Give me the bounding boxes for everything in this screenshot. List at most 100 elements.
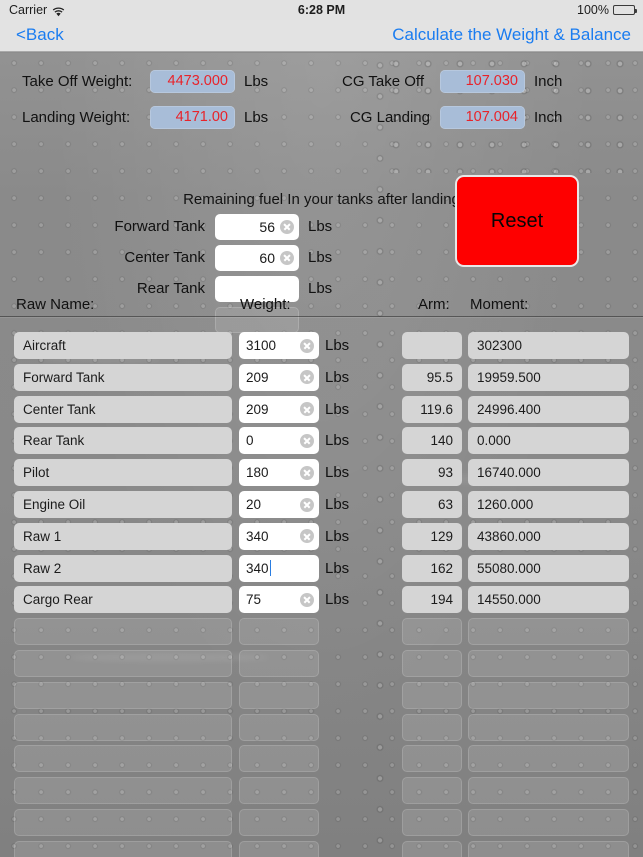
fuel-weight-input[interactable]: 60 — [215, 244, 299, 271]
table-row: Center Tank 209 Lbs 119.6 24996.400 — [0, 395, 643, 423]
row-name-field[interactable]: Center Tank — [14, 395, 232, 423]
table-row — [0, 681, 643, 709]
row-weight-input[interactable]: 340 — [239, 554, 319, 582]
clear-icon[interactable] — [280, 250, 294, 265]
cg-landing-unit: Inch — [534, 108, 563, 126]
navigation-bar: <Back Calculate the Weight & Balance — [0, 20, 643, 52]
table-row: Aircraft 3100 Lbs 302300 — [0, 332, 643, 359]
table-row — [0, 777, 643, 805]
row-moment-field-empty — [468, 713, 629, 741]
table-row: Forward Tank 209 Lbs 95.5 19959.500 — [0, 363, 643, 391]
row-arm-field: 63 — [402, 491, 462, 518]
clear-icon[interactable] — [300, 370, 314, 385]
row-name-field[interactable]: Raw 1 — [14, 522, 232, 550]
row-weight-input-empty — [239, 809, 319, 836]
fuel-row: Center Tank 60 Lbs — [60, 244, 332, 271]
row-arm-field: 93 — [402, 459, 462, 487]
row-weight-input[interactable]: 340 — [239, 522, 319, 550]
column-header-moment: Moment: — [470, 296, 529, 313]
row-unit-label: Lbs — [325, 591, 350, 609]
table-row: Cargo Rear 75 Lbs 194 14550.000 — [0, 586, 643, 614]
row-name-field[interactable]: Rear Tank — [14, 427, 232, 455]
landing-weight-unit: Lbs — [244, 108, 269, 126]
row-unit-label: Lbs — [325, 337, 350, 354]
table-row: Raw 2 340 Lbs 162 55080.000 — [0, 554, 643, 582]
table-row: Rear Tank 0 Lbs 140 0.000 — [0, 427, 643, 455]
row-name-field[interactable]: Forward Tank — [14, 363, 232, 391]
row-weight-input-empty — [239, 713, 319, 741]
row-arm-field-empty — [402, 777, 462, 805]
row-weight-input[interactable]: 0 — [239, 427, 319, 455]
row-moment-field-empty — [468, 809, 629, 836]
column-header-arm: Arm: — [418, 296, 450, 313]
landing-weight-value: 4171.00 — [150, 105, 235, 129]
row-unit-label: Lbs — [325, 527, 350, 545]
row-weight-input[interactable]: 209 — [239, 363, 319, 391]
row-moment-field-empty — [468, 681, 629, 709]
row-arm-field-empty — [402, 809, 462, 836]
table-row — [0, 809, 643, 836]
summary-section: Take Off Weight: 4473.000 Lbs Landing We… — [0, 53, 643, 163]
table-header-divider — [0, 316, 643, 317]
row-moment-field-empty — [468, 840, 629, 857]
takeoff-weight-value: 4473.000 — [150, 69, 235, 93]
cg-takeoff-value: 107.030 — [440, 69, 525, 93]
fuel-row-label: Rear Tank — [136, 280, 205, 297]
row-moment-field: 0.000 — [468, 427, 629, 455]
row-weight-input[interactable]: 20 — [239, 491, 319, 518]
fuel-row-label: Center Tank — [124, 249, 205, 266]
clear-icon[interactable] — [300, 338, 314, 353]
cg-landing-row: CG Landing 107.004 Inch — [342, 105, 562, 129]
row-moment-field-empty — [468, 618, 629, 646]
row-weight-input[interactable]: 180 — [239, 459, 319, 487]
table-row — [0, 713, 643, 741]
row-moment-field: 43860.000 — [468, 522, 629, 550]
row-arm-field-empty — [402, 618, 462, 646]
row-arm-field — [402, 332, 462, 359]
row-name-field[interactable]: Raw 2 — [14, 554, 232, 582]
row-weight-input[interactable]: 75 — [239, 586, 319, 614]
row-name-field[interactable]: Aircraft — [14, 332, 232, 359]
row-weight-input[interactable]: 209 — [239, 395, 319, 423]
row-moment-field-empty — [468, 650, 629, 677]
clear-icon[interactable] — [300, 433, 314, 448]
clear-icon[interactable] — [280, 219, 294, 234]
row-moment-field: 19959.500 — [468, 363, 629, 391]
row-moment-field: 55080.000 — [468, 554, 629, 582]
clear-icon[interactable] — [300, 592, 314, 607]
clear-icon[interactable] — [300, 529, 314, 544]
clear-icon[interactable] — [300, 402, 314, 417]
fuel-row-label: Forward Tank — [114, 218, 205, 235]
status-bar: Carrier 6:28 PM 100% — [0, 0, 643, 20]
back-button[interactable]: <Back — [16, 25, 64, 45]
row-arm-field: 194 — [402, 586, 462, 614]
table-row: Pilot 180 Lbs 93 16740.000 — [0, 459, 643, 487]
calculate-weight-balance-button[interactable]: Calculate the Weight & Balance — [392, 25, 631, 45]
fuel-weight-input[interactable]: 56 — [215, 213, 299, 240]
fuel-row-unit: Lbs — [308, 280, 333, 297]
row-name-field[interactable]: Pilot — [14, 459, 232, 487]
column-header-weight: Weight: — [240, 296, 291, 313]
table-row: Raw 1 340 Lbs 129 43860.000 — [0, 522, 643, 550]
row-arm-field: 119.6 — [402, 395, 462, 423]
cg-landing-label: CG Landing — [349, 108, 430, 126]
cg-landing-value: 107.004 — [440, 105, 525, 129]
landing-weight-row: Landing Weight: 4171.00 Lbs — [22, 105, 268, 129]
row-name-field-empty — [14, 713, 232, 741]
clear-icon[interactable] — [300, 465, 314, 480]
landing-weight-label: Landing Weight: — [22, 108, 131, 126]
cg-takeoff-unit: Inch — [534, 72, 563, 90]
row-name-field[interactable]: Engine Oil — [14, 491, 232, 518]
row-name-field[interactable]: Cargo Rear — [14, 586, 232, 614]
row-unit-label: Lbs — [325, 464, 350, 482]
takeoff-weight-label: Take Off Weight: — [22, 72, 133, 90]
row-name-field-empty — [14, 745, 232, 773]
clear-icon[interactable] — [300, 497, 314, 512]
row-arm-field-empty — [402, 745, 462, 773]
battery-icon — [613, 5, 637, 15]
row-moment-field: 302300 — [468, 332, 629, 359]
row-weight-input[interactable]: 3100 — [239, 332, 319, 359]
row-name-field-empty — [14, 777, 232, 805]
row-unit-label: Lbs — [325, 400, 350, 418]
reset-button[interactable]: Reset — [455, 175, 579, 267]
